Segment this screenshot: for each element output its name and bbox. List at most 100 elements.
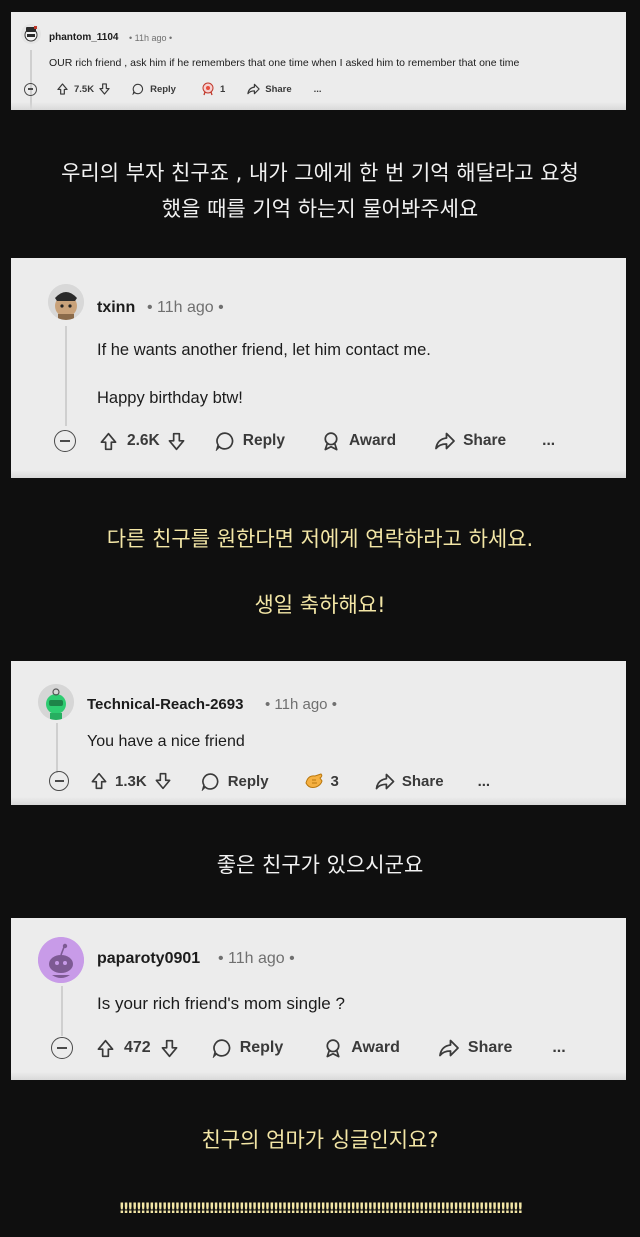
more-options-button[interactable]: ... <box>542 432 555 450</box>
award-label: Award <box>348 432 397 449</box>
comment-actions: 2.6K Reply Award Share ... <box>54 428 555 454</box>
upvote-button[interactable] <box>57 83 68 95</box>
vote-count: 2.6K <box>127 432 160 449</box>
card-edge-fade <box>11 470 626 478</box>
comment-actions: 472 Reply Award Share ... <box>51 1035 566 1061</box>
caption-line: 우리의 부자 친구죠 , 내가 그에게 한 번 기억 해달라고 요청 <box>61 161 579 185</box>
award-hand-icon <box>305 773 323 788</box>
reply-button[interactable]: Reply <box>132 83 176 95</box>
award-count: 1 <box>219 83 226 95</box>
share-arrow-icon <box>247 83 260 95</box>
award-button[interactable]: Award <box>323 1038 400 1058</box>
arrow-down-icon <box>168 432 185 450</box>
collapse-button[interactable] <box>49 771 69 791</box>
upvote-button[interactable] <box>100 432 117 451</box>
comment-card-technical-reach: Technical-Reach-2693 • 11h ago • You hav… <box>11 661 626 805</box>
caption-line: 좋은 친구가 있으시군요 <box>216 853 424 877</box>
comment-timestamp: • 11h ago • <box>129 33 173 43</box>
reply-button[interactable]: Reply <box>212 1038 284 1058</box>
share-button[interactable]: Share <box>375 773 444 790</box>
award-ribbon-icon <box>326 1039 340 1058</box>
speech-bubble-icon <box>132 83 144 95</box>
more-options-button[interactable]: ... <box>478 773 491 790</box>
collapse-button[interactable] <box>24 82 37 96</box>
caption-line: 했을 때를 기억 하는지 물어봐주세요 <box>161 197 479 221</box>
reply-label: Reply <box>227 772 269 790</box>
downvote-button[interactable] <box>168 432 185 451</box>
share-label: Share <box>265 83 292 95</box>
comment-body-line: Happy birthday btw! <box>97 389 243 407</box>
comment-username[interactable]: Technical-Reach-2693 <box>87 696 243 713</box>
speech-bubble-icon <box>212 1039 231 1058</box>
translation-caption: 다른 친구를 원한다면 저에게 연락하라고 하세요. 생일 축하해요! <box>0 522 640 622</box>
thread-line[interactable] <box>65 326 67 426</box>
comment-actions: 1.3K Reply 3 Share ... <box>49 769 490 793</box>
translation-caption: 좋은 친구가 있으시군요 <box>0 848 640 882</box>
arrow-down-icon <box>161 1039 178 1057</box>
upvote-button[interactable] <box>97 1039 114 1058</box>
award-ribbon-icon <box>324 432 338 451</box>
comment-body-line: Is your rich friend's mom single ? <box>97 994 345 1013</box>
avatar[interactable] <box>38 937 84 983</box>
avatar[interactable] <box>21 24 41 44</box>
arrow-up-icon <box>91 772 107 790</box>
share-arrow-icon <box>438 1039 459 1057</box>
exclamation-row: !!!!!!!!!!!!!!!!!!!!!!!!!!!!!!!!!!!!!!!!… <box>118 1201 524 1217</box>
reply-button[interactable]: Reply <box>215 431 285 451</box>
comment-card-phantom: phantom_1104 • 11h ago • OUR rich friend… <box>11 12 626 110</box>
share-button[interactable]: Share <box>247 83 292 95</box>
reply-label: Reply <box>242 432 285 449</box>
comment-card-txinn: txinn • 11h ago • If he wants another fr… <box>11 258 626 478</box>
card-edge-fade <box>11 102 626 110</box>
vote-count: 1.3K <box>115 772 147 790</box>
share-button[interactable]: Share <box>438 1039 512 1057</box>
reply-button[interactable]: Reply <box>201 772 269 791</box>
comment-card-paparoty: paparoty0901 • 11h ago • Is your rich fr… <box>11 918 626 1080</box>
arrow-down-icon <box>99 83 110 95</box>
downvote-button[interactable] <box>155 772 171 790</box>
card-edge-fade <box>11 1072 626 1080</box>
caption-line: 생일 축하해요! <box>254 593 386 617</box>
share-arrow-icon <box>375 773 395 789</box>
vote-count: 7.5K <box>74 83 95 95</box>
collapse-button[interactable] <box>51 1037 73 1059</box>
award-button[interactable]: 3 <box>303 771 339 791</box>
downvote-button[interactable] <box>161 1039 178 1058</box>
comment-body-line: OUR rich friend , ask him if he remember… <box>49 57 520 69</box>
arrow-up-icon <box>97 1039 114 1057</box>
card-edge-fade <box>11 797 626 805</box>
thread-line[interactable] <box>56 723 58 773</box>
comment-actions: 7.5K Reply 1 Share ... <box>24 81 322 97</box>
comment-body-line: If he wants another friend, let him cont… <box>97 341 431 359</box>
arrow-down-icon <box>155 772 171 790</box>
caption-line: 친구의 엄마가 싱글인지요? <box>201 1128 439 1152</box>
comment-timestamp: • 11h ago • <box>147 299 224 316</box>
share-arrow-icon <box>435 432 455 450</box>
avatar[interactable] <box>38 684 74 720</box>
reply-label: Reply <box>150 83 176 95</box>
comment-body-line: You have a nice friend <box>87 733 245 750</box>
upvote-button[interactable] <box>91 772 107 790</box>
comment-username[interactable]: txinn <box>97 299 135 317</box>
more-options-button[interactable]: ... <box>314 84 322 95</box>
thread-line[interactable] <box>61 986 63 1036</box>
speech-bubble-icon <box>215 432 234 451</box>
award-ribbon-icon <box>202 82 214 96</box>
thread-line[interactable] <box>30 50 32 110</box>
arrow-up-icon <box>57 83 68 95</box>
translation-caption: 친구의 엄마가 싱글인지요? <box>0 1123 640 1157</box>
comment-username[interactable]: phantom_1104 <box>49 32 118 43</box>
avatar[interactable] <box>48 284 84 320</box>
award-label: Award <box>351 1039 400 1056</box>
translation-caption: 우리의 부자 친구죠 , 내가 그에게 한 번 기억 해달라고 요청 했을 때를… <box>0 155 640 227</box>
share-label: Share <box>463 432 507 449</box>
reply-label: Reply <box>239 1039 284 1056</box>
more-options-button[interactable]: ... <box>552 1039 565 1057</box>
collapse-button[interactable] <box>54 430 76 452</box>
comment-username[interactable]: paparoty0901 <box>97 950 200 968</box>
award-button[interactable]: Award <box>321 431 396 451</box>
award-button[interactable]: 1 <box>200 82 225 96</box>
award-count: 3 <box>330 772 339 790</box>
downvote-button[interactable] <box>99 83 110 95</box>
share-button[interactable]: Share <box>434 432 506 450</box>
